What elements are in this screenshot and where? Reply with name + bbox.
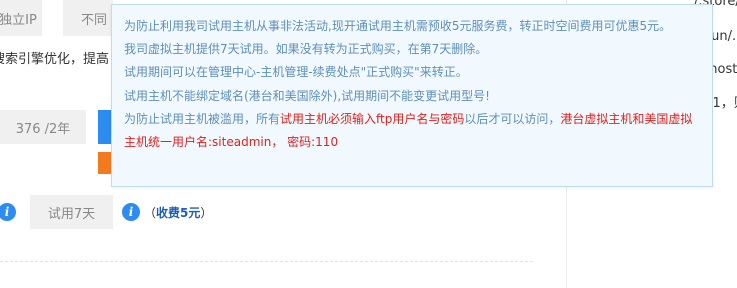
ftp-text-c: 以后才可以访问， <box>464 111 561 126</box>
orange-button[interactable] <box>98 152 112 174</box>
fee-open-paren: （ <box>144 206 157 220</box>
buy-button-blue[interactable] <box>98 110 112 144</box>
tooltip-line-convert: 试用期间可以在管理中心-主机管理-续费处点"正式购买"来转正。 <box>124 65 468 80</box>
trial-7-days-button[interactable]: 试用7天 <box>30 195 113 229</box>
tooltip-line-ftp: 为防止试用主机被滥用，所有试用主机必须输入ftp用户名与密码以后才可以访问，港台… <box>124 108 702 154</box>
info-icon[interactable]: i <box>0 203 16 221</box>
info-icon[interactable]: i <box>122 203 140 221</box>
tooltip-line-domain: 试用主机不能绑定域名(港台和美国除外),试用期间不能变更试用型号! <box>124 88 490 103</box>
tooltip-line-trial: 我司虚拟主机提供7天试用。如果没有转为正式购买，在第7天删除。 <box>124 42 488 57</box>
price-display: 376 /2年 <box>0 110 86 144</box>
fee-close-paren: ） <box>200 206 213 220</box>
diff-chip[interactable]: 不同 <box>63 0 113 36</box>
ip-chip[interactable]: 独立IP <box>0 0 42 36</box>
ftp-required-text: 试用主机必须输入ftp用户名与密码 <box>280 111 465 126</box>
tooltip-line-fee: 为防止利用我司试用主机从事非法活动,现开通试用主机需预收5元服务费，转正时空间费… <box>124 19 672 33</box>
fee-label: 收费5元 <box>156 206 201 220</box>
trial-fee-note: （收费5元） <box>144 204 212 221</box>
ftp-text-a: 为防止试用主机被滥用，所有 <box>124 111 281 126</box>
trial-info-tooltip: 为防止利用我司试用主机从事非法活动,现开通试用主机需预收5元服务费，转正时空间费… <box>111 4 713 187</box>
divider <box>0 261 533 262</box>
seo-description: 搜索引擎优化，提高 <box>0 52 110 67</box>
